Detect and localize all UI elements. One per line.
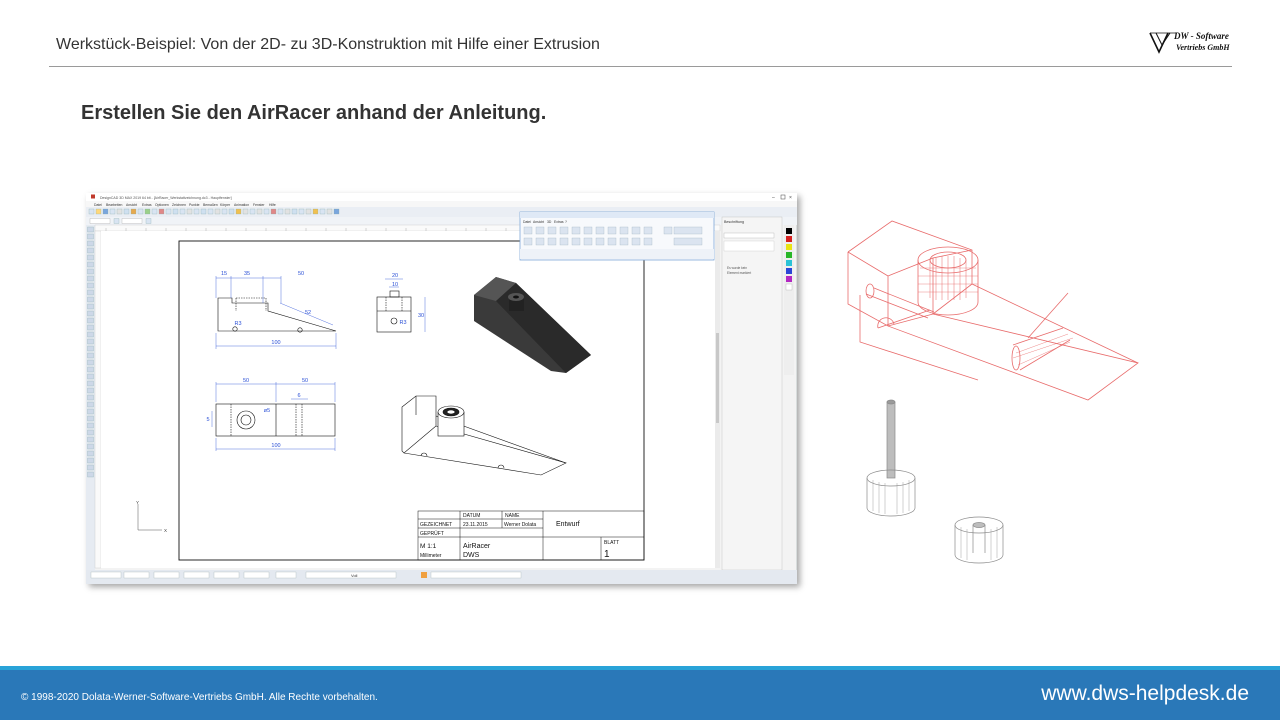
dim-side-30: 30 (418, 313, 424, 319)
title-block-company: DWS (463, 552, 480, 559)
axis-y-label: Y (136, 500, 139, 505)
status-line-style[interactable]: Voll (351, 573, 358, 578)
dim-front-15: 15 (221, 271, 227, 277)
title-block-checked-label: GEPRÜFT (420, 530, 444, 537)
title-block-scale: M 1:1 (420, 543, 437, 550)
color-palette[interactable] (784, 225, 794, 375)
footer-bar: © 1998-2020 Dolata-Werner-Software-Vertr… (0, 670, 1280, 720)
dim-side-10: 10 (392, 282, 398, 288)
title-block-part-name: AirRacer (463, 543, 491, 550)
dim-top-5: 5 (206, 417, 209, 423)
wireframe-illustrations (847, 220, 1139, 564)
dim-top-6: 6 (297, 393, 300, 399)
float-menu-datei[interactable]: Datei (523, 220, 531, 224)
floating-toolbar-window[interactable]: Datei Ansicht 3D Extras ? (519, 211, 715, 261)
dim-top-100: 100 (271, 443, 280, 449)
dim-side-radius: R3 (399, 320, 406, 326)
slide-header-title: Werkstück-Beispiel: Von der 2D- zu 3D-Ko… (56, 36, 600, 53)
menu-extras[interactable]: Extras (142, 203, 152, 207)
axis-x-label: X (164, 528, 167, 533)
menu-bearbeiten[interactable]: Bearbeiten (106, 203, 123, 207)
vertical-ruler (94, 230, 102, 569)
cad-screenshot: DesignCAD 3D MAX 2019 64 bit - [AirRacer… (86, 193, 797, 584)
svg-text:DesignCAD 3D MAX 2019 64 bit -: DesignCAD 3D MAX 2019 64 bit - [AirRacer… (100, 196, 232, 200)
menu-fenster[interactable]: Fenster (253, 203, 265, 207)
menu-hilfe[interactable]: Hilfe (269, 203, 276, 207)
grey-wireframe-bolt (866, 399, 916, 517)
properties-side-panel[interactable]: Beschriftung Es wurde kein Element marki… (721, 216, 783, 571)
helpdesk-url-link[interactable]: www.dws-helpdesk.de (1041, 682, 1249, 706)
float-menu-ansicht[interactable]: Ansicht (533, 220, 544, 224)
side-panel-message-2: Element markiert (727, 271, 751, 275)
svg-text:×: × (789, 195, 792, 201)
company-logo: DW - Software Vertriebs GmbH (1148, 30, 1234, 56)
logo-text-line2: Vertriebs GmbH (1176, 43, 1230, 52)
logo-text-line1: DW - Software (1174, 31, 1229, 41)
menu-datei[interactable]: Datei (94, 203, 102, 207)
menu-bemassen[interactable]: Bemaßen (203, 203, 218, 207)
title-block-drawn-name: Werner Dolata (504, 522, 536, 528)
red-wireframe-model (847, 220, 1139, 401)
cad-menubar[interactable]: Datei Bearbeiten Ansicht Extras Optionen… (94, 203, 276, 207)
drawing-canvas[interactable] (101, 231, 720, 568)
dim-side-20: 20 (392, 273, 398, 279)
dim-front-35: 35 (244, 271, 250, 277)
menu-animation[interactable]: Animation (234, 203, 249, 207)
dim-top-50-left: 50 (243, 378, 249, 384)
title-block-drawn-label: GEZEICHNET (420, 522, 452, 528)
dim-front-100: 100 (271, 340, 280, 346)
title-block-col-name: NAME (505, 513, 520, 519)
title-block-drawn-date: 23.11.2015 (463, 522, 488, 528)
float-menu-help[interactable]: ? (565, 220, 567, 224)
float-menu-3d[interactable]: 3D (547, 220, 552, 224)
copyright-text: © 1998-2020 Dolata-Werner-Software-Vertr… (21, 692, 378, 703)
menu-optionen[interactable]: Optionen (155, 203, 169, 207)
menu-koerper[interactable]: Körper (220, 203, 231, 207)
dim-front-50: 50 (298, 271, 304, 277)
title-block-sheet-label: BLATT (604, 540, 619, 546)
menu-ansicht[interactable]: Ansicht (126, 203, 137, 207)
dim-front-radius: R3 (234, 321, 241, 327)
dim-top-50-right: 50 (302, 378, 308, 384)
title-block-status: Entwurf (556, 521, 580, 528)
title-block-col-date: DATUM (463, 513, 480, 519)
menu-punkte[interactable]: Punkte (189, 203, 200, 207)
side-panel-title: Beschriftung (724, 220, 744, 224)
title-block-unit: Millimeter (420, 553, 442, 559)
grey-wireframe-washer (954, 516, 1004, 564)
slide-heading: Erstellen Sie den AirRacer anhand der An… (81, 102, 547, 124)
svg-text:–: – (772, 195, 775, 201)
dim-diameter: ø5 (264, 408, 270, 414)
float-menu-extras[interactable]: Extras (554, 220, 564, 224)
dim-front-slope: 52 (305, 310, 311, 316)
menu-zeichnen[interactable]: Zeichnen (172, 203, 186, 207)
title-block-sheet-number: 1 (604, 549, 610, 560)
header-divider (49, 66, 1232, 67)
side-panel-message-1: Es wurde kein (727, 266, 747, 270)
